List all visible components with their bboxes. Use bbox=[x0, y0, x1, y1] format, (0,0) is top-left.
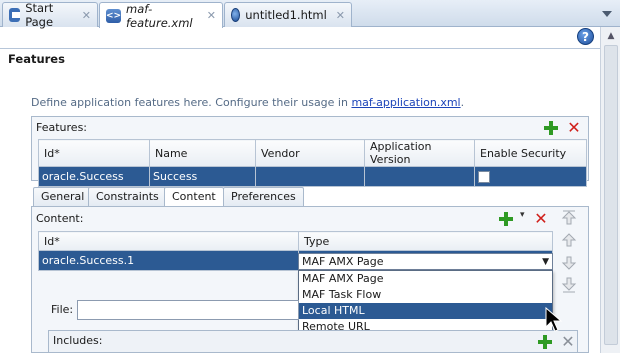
column-header-vendor[interactable]: Vendor bbox=[255, 139, 365, 167]
dropdown-option-maf-task-flow[interactable]: MAF Task Flow bbox=[299, 287, 552, 303]
section-title: Features bbox=[8, 52, 65, 66]
column-header-name[interactable]: Name bbox=[149, 139, 256, 167]
tab-list-dropdown[interactable] bbox=[598, 6, 616, 20]
type-dropdown-list: MAF AMX Page MAF Task Flow Local HTML Re… bbox=[298, 270, 553, 336]
dropdown-option-maf-amx-page[interactable]: MAF AMX Page bbox=[299, 271, 552, 287]
scrollbar-thumb[interactable] bbox=[604, 45, 618, 345]
file-input[interactable] bbox=[77, 300, 299, 320]
cell-name[interactable]: Success bbox=[149, 166, 256, 187]
table-header-row: Id* Type bbox=[38, 231, 553, 251]
cell-enable-security[interactable] bbox=[474, 166, 587, 187]
tab-label: maf-feature.xml bbox=[126, 1, 193, 30]
move-up-icon[interactable] bbox=[561, 232, 577, 248]
table-row[interactable]: oracle.Success Success bbox=[38, 166, 587, 187]
cell-id[interactable]: oracle.Success.1 bbox=[38, 250, 299, 271]
cell-application-version[interactable] bbox=[364, 166, 475, 187]
tab-preferences[interactable]: Preferences bbox=[223, 187, 304, 206]
close-icon[interactable]: ✕ bbox=[82, 9, 91, 22]
move-top-icon[interactable] bbox=[561, 210, 577, 226]
html-file-icon bbox=[231, 8, 241, 22]
add-feature-icon[interactable] bbox=[544, 121, 558, 135]
add-include-icon[interactable] bbox=[538, 335, 552, 349]
scroll-up-arrow-icon[interactable]: ▲ bbox=[604, 29, 618, 43]
table-header-row: Id* Name Vendor Application Version Enab… bbox=[38, 139, 587, 167]
editor-tab-bar: Start Page ✕ <> maf-feature.xml ✕ untitl… bbox=[0, 0, 620, 30]
maf-application-link[interactable]: maf-application.xml bbox=[351, 96, 460, 109]
description-prefix: Define application features here. Config… bbox=[31, 96, 352, 109]
delete-include-icon[interactable]: ✕ bbox=[561, 334, 575, 350]
tab-content[interactable]: Content bbox=[164, 187, 224, 207]
add-menu-dropdown-icon[interactable]: ▾ bbox=[520, 210, 525, 220]
column-header-type[interactable]: Type bbox=[298, 231, 553, 251]
close-icon[interactable]: ✕ bbox=[336, 9, 345, 22]
description-text: Define application features here. Config… bbox=[31, 96, 464, 109]
content-panel-title: Content: bbox=[36, 212, 84, 225]
tab-label: untitled1.html bbox=[245, 8, 327, 22]
close-icon[interactable]: ✕ bbox=[207, 9, 216, 22]
tab-constraints[interactable]: Constraints bbox=[88, 187, 167, 206]
type-select-value: MAF AMX Page bbox=[302, 255, 384, 268]
column-header-enable-security[interactable]: Enable Security bbox=[474, 139, 587, 167]
includes-label: Includes: bbox=[53, 334, 103, 347]
column-header-id[interactable]: Id* bbox=[38, 139, 150, 167]
move-down-icon[interactable] bbox=[561, 255, 577, 271]
vertical-scrollbar[interactable]: ▲ bbox=[600, 27, 620, 353]
chevron-down-icon bbox=[602, 11, 612, 17]
cell-id[interactable]: oracle.Success bbox=[38, 166, 150, 187]
tab-maf-feature-xml[interactable]: <> maf-feature.xml ✕ bbox=[99, 1, 223, 30]
section-divider bbox=[0, 48, 600, 49]
delete-content-icon[interactable]: ✕ bbox=[534, 211, 548, 227]
chevron-down-icon[interactable]: ▼ bbox=[542, 255, 549, 270]
page-icon bbox=[9, 8, 21, 22]
features-table: Id* Name Vendor Application Version Enab… bbox=[38, 139, 587, 187]
tab-untitled1-html[interactable]: untitled1.html ✕ bbox=[224, 2, 352, 27]
help-icon[interactable]: ? bbox=[577, 28, 594, 45]
tab-label: Start Page bbox=[25, 1, 54, 29]
move-bottom-icon[interactable] bbox=[561, 277, 577, 293]
cell-vendor[interactable] bbox=[255, 166, 365, 187]
description-suffix: . bbox=[460, 96, 465, 109]
xml-file-icon: <> bbox=[105, 8, 122, 23]
includes-panel bbox=[48, 330, 578, 353]
tab-start-page[interactable]: Start Page ✕ bbox=[2, 1, 98, 29]
tab-general[interactable]: General bbox=[33, 187, 93, 206]
column-header-application-version[interactable]: Application Version bbox=[364, 139, 475, 167]
type-select[interactable]: MAF AMX Page ▼ bbox=[298, 253, 553, 270]
mouse-cursor-icon bbox=[545, 307, 563, 332]
file-label: File: bbox=[51, 303, 74, 316]
delete-feature-icon[interactable]: ✕ bbox=[567, 120, 581, 136]
add-content-icon[interactable] bbox=[499, 212, 513, 226]
column-header-id[interactable]: Id* bbox=[38, 231, 299, 251]
features-panel-title: Features: bbox=[36, 121, 88, 134]
enable-security-checkbox[interactable] bbox=[478, 171, 490, 183]
dropdown-option-local-html[interactable]: Local HTML bbox=[299, 303, 552, 319]
